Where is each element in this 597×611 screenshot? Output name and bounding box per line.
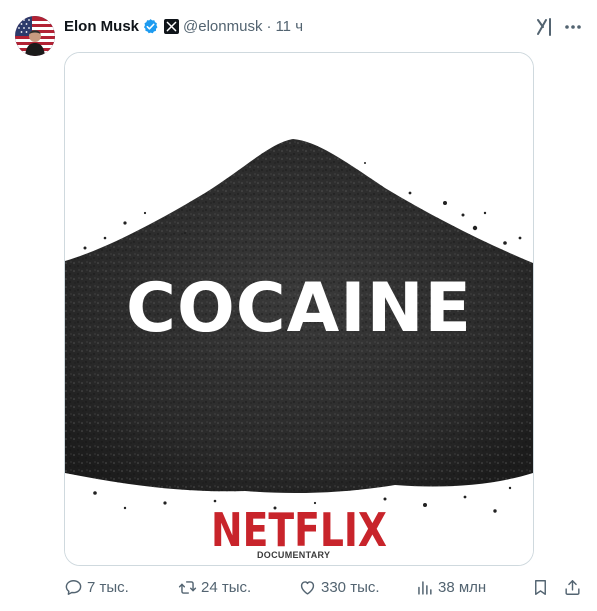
more-icon[interactable] (562, 16, 584, 38)
share-icon (565, 579, 580, 595)
timestamp[interactable]: 11 ч (275, 18, 303, 35)
bookmark-button[interactable] (531, 576, 550, 598)
brand-subtitle: DOCUMENTARY (255, 550, 333, 561)
author-name[interactable]: Elon Musk (64, 18, 139, 35)
tweet-image[interactable]: COCAINE NETFLIX DOCUMENTARY (64, 52, 534, 566)
tweet-header: Elon Musk @elonmusk · 11 ч (64, 15, 303, 37)
image-headline: COCAINE (126, 269, 472, 348)
action-bar: 7 тыс. 24 тыс. 330 тыс. 38 млн (64, 576, 584, 598)
verified-badge-icon[interactable] (142, 18, 159, 35)
netflix-logo: NETFLIX (211, 503, 387, 557)
avatar[interactable] (15, 16, 55, 56)
repost-icon (178, 580, 197, 594)
header-separator: · (266, 17, 272, 35)
repost-count: 24 тыс. (201, 578, 252, 596)
views-chart-icon (418, 580, 432, 595)
reply-count: 7 тыс. (87, 578, 129, 596)
grok-icon[interactable] (534, 16, 556, 38)
heart-icon (300, 580, 315, 595)
bookmark-icon (535, 579, 546, 595)
author-handle[interactable]: @elonmusk (183, 18, 262, 35)
x-affiliate-icon[interactable] (164, 18, 180, 34)
like-count: 330 тыс. (321, 578, 380, 596)
repost-button[interactable]: 24 тыс. (178, 576, 251, 598)
reply-button[interactable]: 7 тыс. (64, 576, 129, 598)
like-button[interactable]: 330 тыс. (298, 576, 380, 598)
views-count: 38 млн (438, 578, 487, 596)
reply-icon (65, 579, 82, 595)
share-button[interactable] (563, 576, 582, 598)
tweet: Elon Musk @elonmusk · 11 ч COCAINE NETFL… (0, 0, 597, 611)
views-button[interactable]: 38 млн (415, 576, 486, 598)
